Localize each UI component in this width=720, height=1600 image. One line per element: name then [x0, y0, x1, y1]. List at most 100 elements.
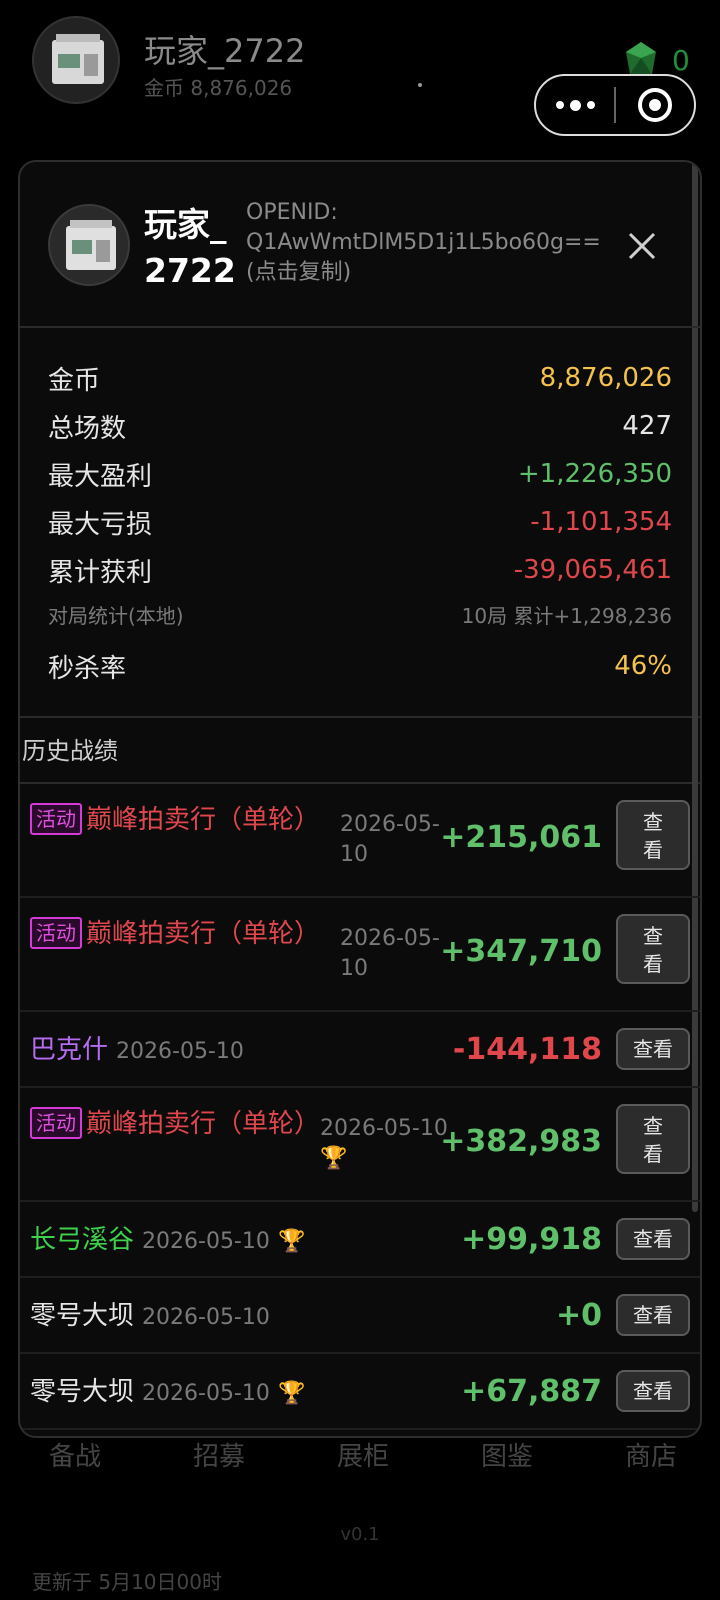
history-record: 活动 巅峰拍卖行（单轮） 2026-05-10 +347,710 查看 [20, 898, 700, 1012]
stat-max-profit: 最大盈利 +1,226,350 [48, 450, 672, 498]
stat-value: -39,065,461 [513, 555, 672, 585]
close-icon[interactable] [624, 228, 660, 264]
more-dot-icon [555, 101, 564, 109]
view-button[interactable]: 查看 [616, 1370, 690, 1412]
history-record: 零号大坝 2026-05-10 +0 查看 [20, 1278, 700, 1354]
record-date: 2026-05-10 [116, 1039, 244, 1064]
stat-local: 对局统计(本地) 10局 累计+1,298,236 [48, 594, 672, 634]
record-title: 巅峰拍卖行（单轮） [86, 919, 321, 949]
history-title: 历史战绩 [20, 718, 700, 784]
view-button[interactable]: 查看 [616, 1028, 690, 1070]
trophy-icon: 🏆 [278, 1381, 306, 1406]
record-amount: -144,118 [452, 1032, 602, 1067]
record-amount: +0 [555, 1298, 602, 1333]
device-avatar-icon [52, 34, 104, 84]
avatar[interactable] [32, 16, 120, 104]
record-title-wrap: 活动 巅峰拍卖行（单轮） [30, 914, 320, 954]
record-title: 长弓溪谷 [30, 1225, 135, 1255]
modal-avatar [48, 204, 130, 286]
record-amount: +99,918 [461, 1222, 602, 1257]
more-button[interactable] [536, 76, 614, 134]
view-button[interactable]: 查看 [616, 800, 690, 870]
record-title-wrap: 零号大坝 2026-05-10 🏆 [30, 1372, 306, 1414]
view-button[interactable]: 查看 [616, 1218, 690, 1260]
record-title-wrap: 活动 巅峰拍卖行（单轮） [30, 800, 320, 840]
view-button[interactable]: 查看 [616, 1104, 690, 1174]
stat-label: 对局统计(本地) [48, 603, 184, 628]
stat-label: 累计获利 [48, 557, 153, 588]
close-miniprogram-button[interactable] [616, 76, 694, 134]
openid-label: OPENID: [246, 200, 338, 225]
record-date: 2026-05-10 [340, 812, 440, 867]
record-amount: +215,061 [440, 820, 602, 855]
view-button[interactable]: 查看 [616, 1294, 690, 1336]
stat-value: 10局 累计+1,298,236 [461, 603, 672, 628]
stat-value: 8,876,026 [539, 363, 672, 393]
tab-prepare[interactable]: 备战 [0, 1436, 144, 1473]
record-date: 2026-05-10 [142, 1305, 270, 1330]
stat-label: 最大亏损 [48, 509, 153, 540]
device-avatar-icon [66, 220, 116, 270]
record-date: 2026-05-10 [340, 926, 440, 981]
record-amount: +67,887 [461, 1374, 602, 1409]
stat-value: 427 [622, 411, 672, 441]
trophy-icon: 🏆 [320, 1146, 348, 1171]
dot-indicator [418, 83, 422, 87]
coins-line: 金币 8,876,026 [144, 76, 293, 100]
view-label: 查看 [643, 924, 663, 976]
gem-icon [626, 42, 656, 74]
stat-matches: 总场数 427 [48, 402, 672, 450]
tab-recruit[interactable]: 招募 [144, 1436, 288, 1473]
history-list[interactable]: 活动 巅峰拍卖行（单轮） 2026-05-10 +215,061 查看 活动 巅峰拍… [20, 784, 700, 1430]
stat-label: 秒杀率 [48, 653, 127, 684]
record-date: 2026-05-10 [320, 1116, 448, 1141]
tab-shop[interactable]: 商店 [576, 1436, 720, 1473]
record-title-wrap: 巴克什 2026-05-10 [30, 1030, 244, 1072]
view-button[interactable]: 查看 [616, 914, 690, 984]
record-date: 2026-05-10 [142, 1229, 270, 1254]
record-date: 2026-05-10 [142, 1381, 270, 1406]
record-title: 巴克什 [30, 1035, 109, 1065]
modal-player-name: 玩家_2722 [144, 205, 236, 290]
stat-value: 46% [614, 651, 672, 681]
record-title: 零号大坝 [30, 1301, 135, 1331]
history-record: 长弓溪谷 2026-05-10 🏆 +99,918 查看 [20, 1202, 700, 1278]
stat-total-profit: 累计获利 -39,065,461 [48, 546, 672, 594]
record-amount: +347,710 [440, 934, 602, 969]
event-tag: 活动 [30, 1107, 82, 1139]
record-title: 巅峰拍卖行（单轮） [86, 805, 321, 835]
more-dot-icon [569, 99, 581, 111]
record-title-wrap: 长弓溪谷 2026-05-10 🏆 [30, 1220, 306, 1262]
history-record: 活动 巅峰拍卖行（单轮） 2026-05-10 +215,061 查看 [20, 784, 700, 898]
record-date-wrap: 2026-05-10 🏆 [320, 1114, 460, 1174]
view-label: 查看 [643, 1114, 663, 1166]
version-label: v0.1 [340, 1524, 380, 1545]
history-record: 零号大坝 2026-05-10 🏆 +67,887 查看 [20, 1354, 700, 1430]
more-dot-icon [586, 101, 595, 109]
history-record: 活动 巅峰拍卖行（单轮） 2026-05-10 🏆 +382,983 查看 [20, 1088, 700, 1202]
stat-label: 最大盈利 [48, 461, 153, 492]
openid-value: Q1AwWmtDlM5D1j1L5bo60g== [246, 230, 601, 255]
event-tag: 活动 [30, 803, 82, 835]
history-record: 巴克什 2026-05-10 -144,118 查看 [20, 1012, 700, 1088]
tab-showcase[interactable]: 展柜 [288, 1436, 432, 1473]
miniprogram-capsule [534, 74, 696, 136]
stats-panel: 金币 8,876,026 总场数 427 最大盈利 +1,226,350 最大亏… [20, 328, 700, 718]
record-title-wrap: 活动 巅峰拍卖行（单轮） [30, 1104, 320, 1144]
view-label: 查看 [643, 810, 663, 862]
player-profile-modal: 玩家_2722 OPENID: Q1AwWmtDlM5D1j1L5bo60g==… [18, 160, 702, 1438]
openid-copy[interactable]: OPENID: Q1AwWmtDlM5D1j1L5bo60g== (点击复制) [246, 198, 606, 288]
stat-value: +1,226,350 [517, 459, 672, 489]
player-name: 玩家_2722 [144, 32, 306, 70]
stat-label: 金币 [48, 365, 101, 396]
copy-hint: (点击复制) [246, 260, 352, 285]
record-title: 零号大坝 [30, 1377, 135, 1407]
stat-kill-rate: 秒杀率 46% [48, 642, 672, 690]
modal-header: 玩家_2722 OPENID: Q1AwWmtDlM5D1j1L5bo60g==… [20, 162, 700, 328]
stat-value: -1,101,354 [530, 507, 672, 537]
tab-collection[interactable]: 图鉴 [432, 1436, 576, 1473]
record-amount: +382,983 [440, 1124, 602, 1159]
stat-label: 总场数 [48, 413, 127, 444]
gem-count: 0 [672, 44, 690, 77]
stat-max-loss: 最大亏损 -1,101,354 [48, 498, 672, 546]
